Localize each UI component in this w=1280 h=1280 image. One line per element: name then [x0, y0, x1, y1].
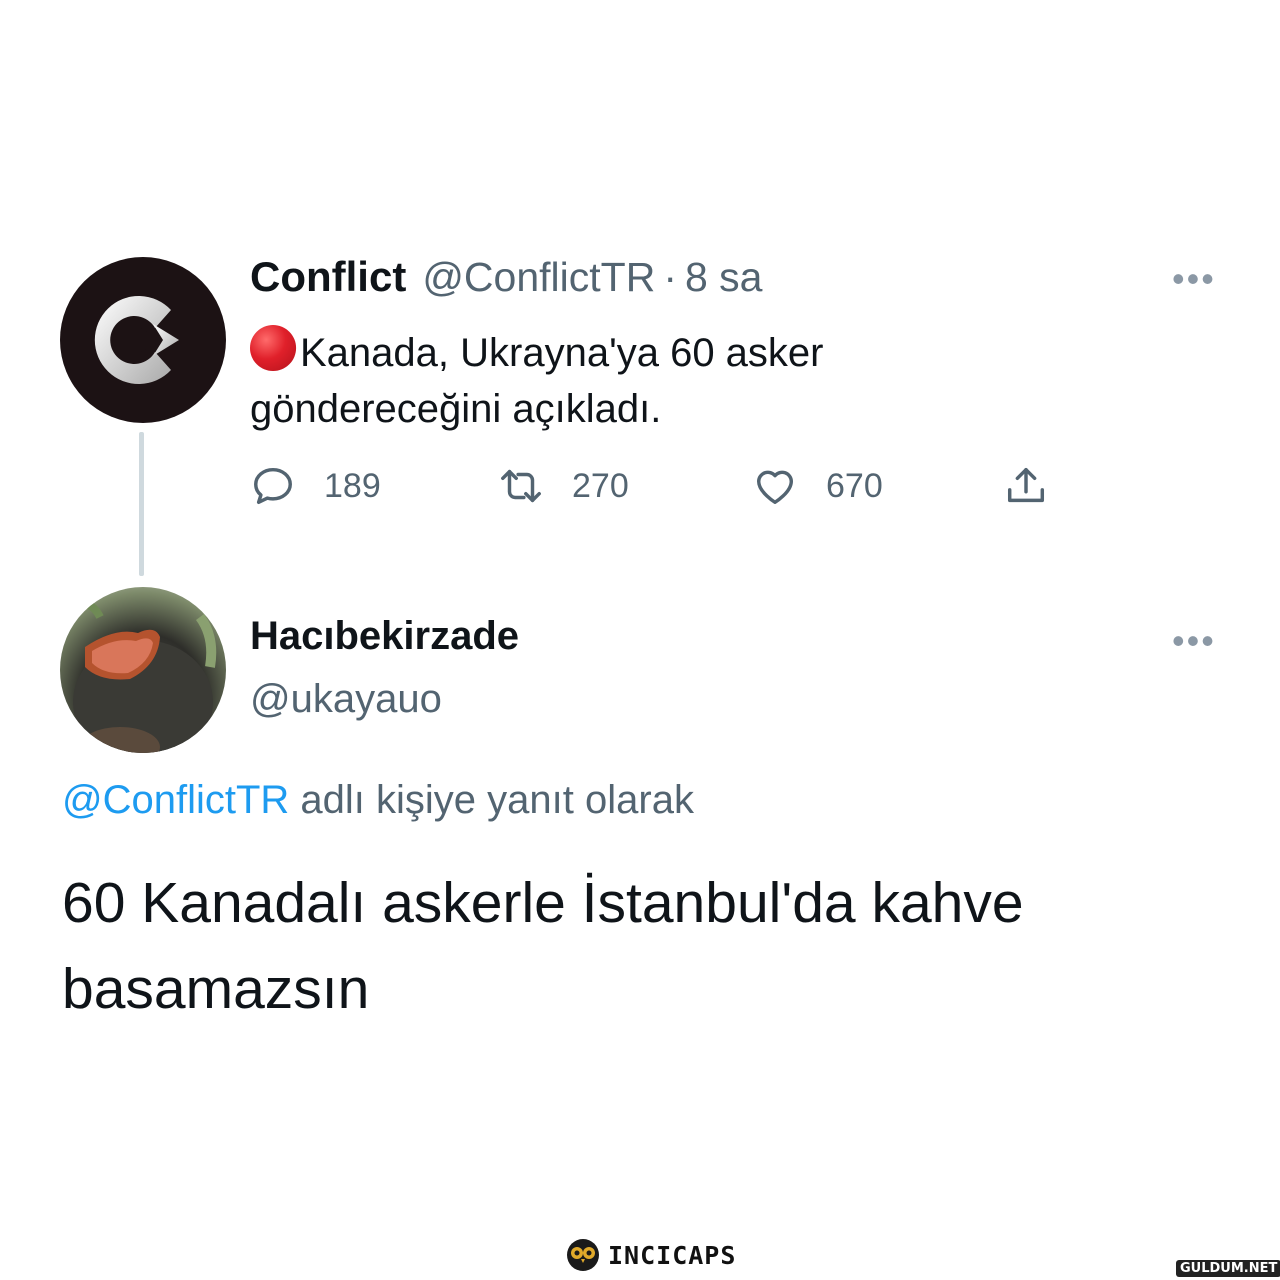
watermark: GULDUM.NET [1176, 1260, 1280, 1277]
reply-text-line1: 60 Kanadalı askerle İstanbul'da kahve [62, 871, 1024, 935]
tweet-author-handle[interactable]: @ConflictTR [422, 254, 655, 301]
reply-to-suffix: adlı kişiye yanıt olarak [289, 778, 694, 822]
retweet-button[interactable]: 270 [498, 460, 629, 512]
like-button[interactable]: 670 [752, 460, 883, 512]
reply-author-avatar[interactable] [60, 587, 226, 753]
reply-author-handle[interactable]: @ukayauo [250, 677, 442, 722]
thread-line [139, 432, 144, 576]
tweet-author-name[interactable]: Conflict [250, 253, 406, 301]
reply-button[interactable]: 189 [250, 460, 381, 512]
like-icon [756, 470, 794, 505]
conflict-avatar[interactable] [60, 257, 226, 423]
retweet-count: 270 [572, 466, 629, 505]
tweet-header: Conflict @ConflictTR · 8 sa [250, 253, 762, 303]
owl-logo-icon [567, 1239, 599, 1271]
reply-icon [254, 467, 292, 505]
tweet-text: Kanada, Ukrayna'ya 60 asker göndereceğin… [250, 316, 1130, 437]
like-count: 670 [826, 466, 883, 505]
conflict-logo-icon [94, 296, 179, 384]
time-separator: · [663, 254, 677, 300]
incicaps-text: INCICAPS [608, 1240, 737, 1270]
more-icon[interactable]: ••• [1172, 258, 1216, 300]
tweet-text-line2: göndereceğini açıkladı. [250, 387, 662, 431]
reply-author-name[interactable]: Hacıbekirzade [250, 614, 519, 659]
reply-mention-link[interactable]: @ConflictTR [62, 778, 289, 822]
reply-text: 60 Kanadalı askerle İstanbul'da kahve ba… [62, 860, 1212, 1032]
share-button[interactable] [1003, 460, 1049, 512]
tweet-text-line1: Kanada, Ukrayna'ya 60 asker [300, 331, 824, 375]
avatar-image-icon [68, 599, 217, 753]
replying-to: @ConflictTR adlı kişiye yanıt olarak [62, 778, 694, 823]
reply-text-line2: basamazsın [62, 957, 370, 1021]
retweet-icon [501, 469, 541, 503]
tweet-time[interactable]: 8 sa [685, 254, 763, 301]
reply-count: 189 [324, 466, 381, 505]
red-circle-icon [250, 324, 297, 372]
share-icon [1007, 467, 1045, 503]
more-icon[interactable]: ••• [1172, 620, 1216, 662]
incicaps-logo: INCICAPS [566, 1238, 736, 1272]
